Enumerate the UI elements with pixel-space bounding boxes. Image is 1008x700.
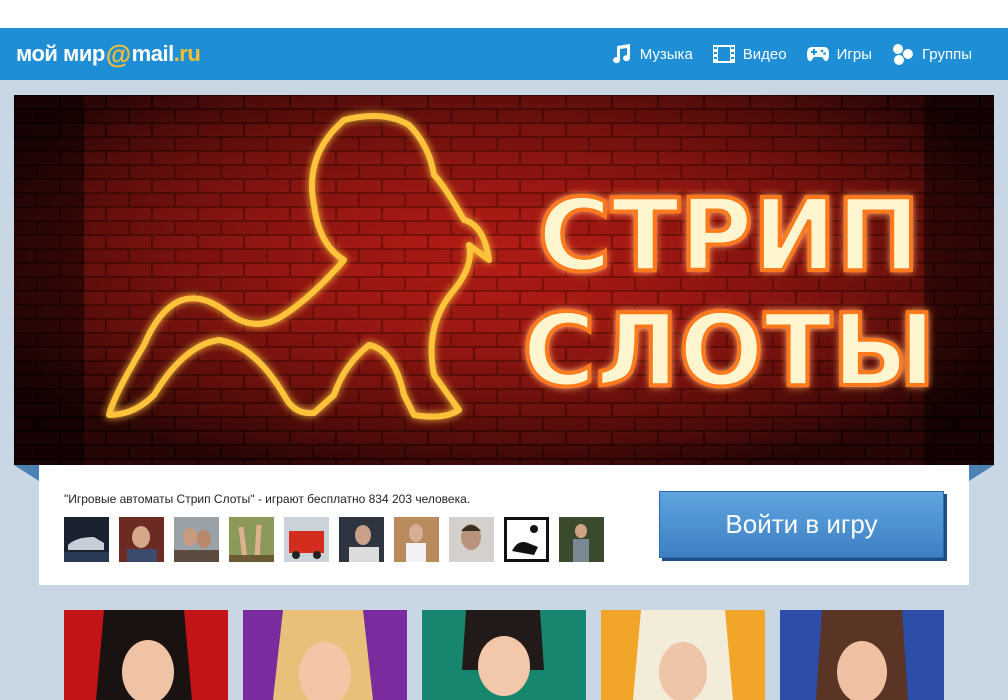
neon-title: СТРИП СЛОТЫ (520, 175, 937, 411)
groups-icon (893, 44, 914, 65)
character-card[interactable] (64, 610, 228, 700)
main-nav: Музыка Видео Игры Группы (610, 28, 972, 80)
player-avatar[interactable] (559, 517, 604, 562)
logo-ru: .ru (173, 41, 201, 66)
banner-title-line2: СЛОТЫ (522, 292, 935, 409)
logo-text: мой мир (16, 41, 105, 66)
player-avatar[interactable] (449, 517, 494, 562)
logo-at: @ (105, 38, 131, 69)
player-avatars (64, 517, 604, 562)
player-avatar[interactable] (64, 517, 109, 562)
character-card[interactable] (601, 610, 765, 700)
nav-label-games: Игры (836, 45, 873, 63)
banner-artwork: СТРИП СЛОТЫ (14, 95, 994, 465)
ribbon-fold-right (969, 465, 994, 481)
nav-item-video[interactable]: Видео (712, 45, 787, 63)
nav-label-music: Музыка (639, 45, 693, 63)
nav-item-music[interactable]: Музыка (610, 44, 693, 64)
character-card[interactable] (243, 610, 407, 700)
banner-title-line1: СТРИП (538, 177, 920, 294)
nav-label-groups: Группы (922, 45, 972, 63)
player-avatar[interactable] (229, 517, 274, 562)
players-count-text: "Игровые автоматы Стрип Слоты" - играют … (64, 492, 471, 506)
player-avatar[interactable] (394, 517, 439, 562)
gamepad-icon (806, 47, 829, 62)
site-header: мой мир @ mail .ru Музыка Видео Игры Гру… (0, 28, 1008, 80)
nav-item-groups[interactable]: Группы (892, 43, 972, 65)
player-avatar[interactable] (284, 517, 329, 562)
player-avatar[interactable] (119, 517, 164, 562)
player-avatar[interactable] (504, 517, 549, 562)
nav-item-games[interactable]: Игры (806, 45, 873, 63)
character-card[interactable] (422, 610, 586, 700)
top-strip (0, 0, 1008, 28)
player-avatar[interactable] (339, 517, 384, 562)
moi-mir-logo[interactable]: мой мир @ mail .ru (16, 38, 201, 69)
enter-game-button[interactable]: Войти в игру (659, 491, 944, 558)
game-info-panel: "Игровые автоматы Стрип Слоты" - играют … (39, 465, 969, 585)
game-characters-gallery (39, 585, 969, 700)
player-avatar[interactable] (174, 517, 219, 562)
logo-mail: mail (131, 41, 175, 66)
ribbon-fold-left (14, 465, 39, 481)
music-note-icon (612, 44, 630, 64)
game-banner: СТРИП СЛОТЫ (14, 95, 994, 465)
film-icon (712, 45, 735, 63)
nav-label-video: Видео (742, 45, 787, 63)
character-card[interactable] (780, 610, 944, 700)
